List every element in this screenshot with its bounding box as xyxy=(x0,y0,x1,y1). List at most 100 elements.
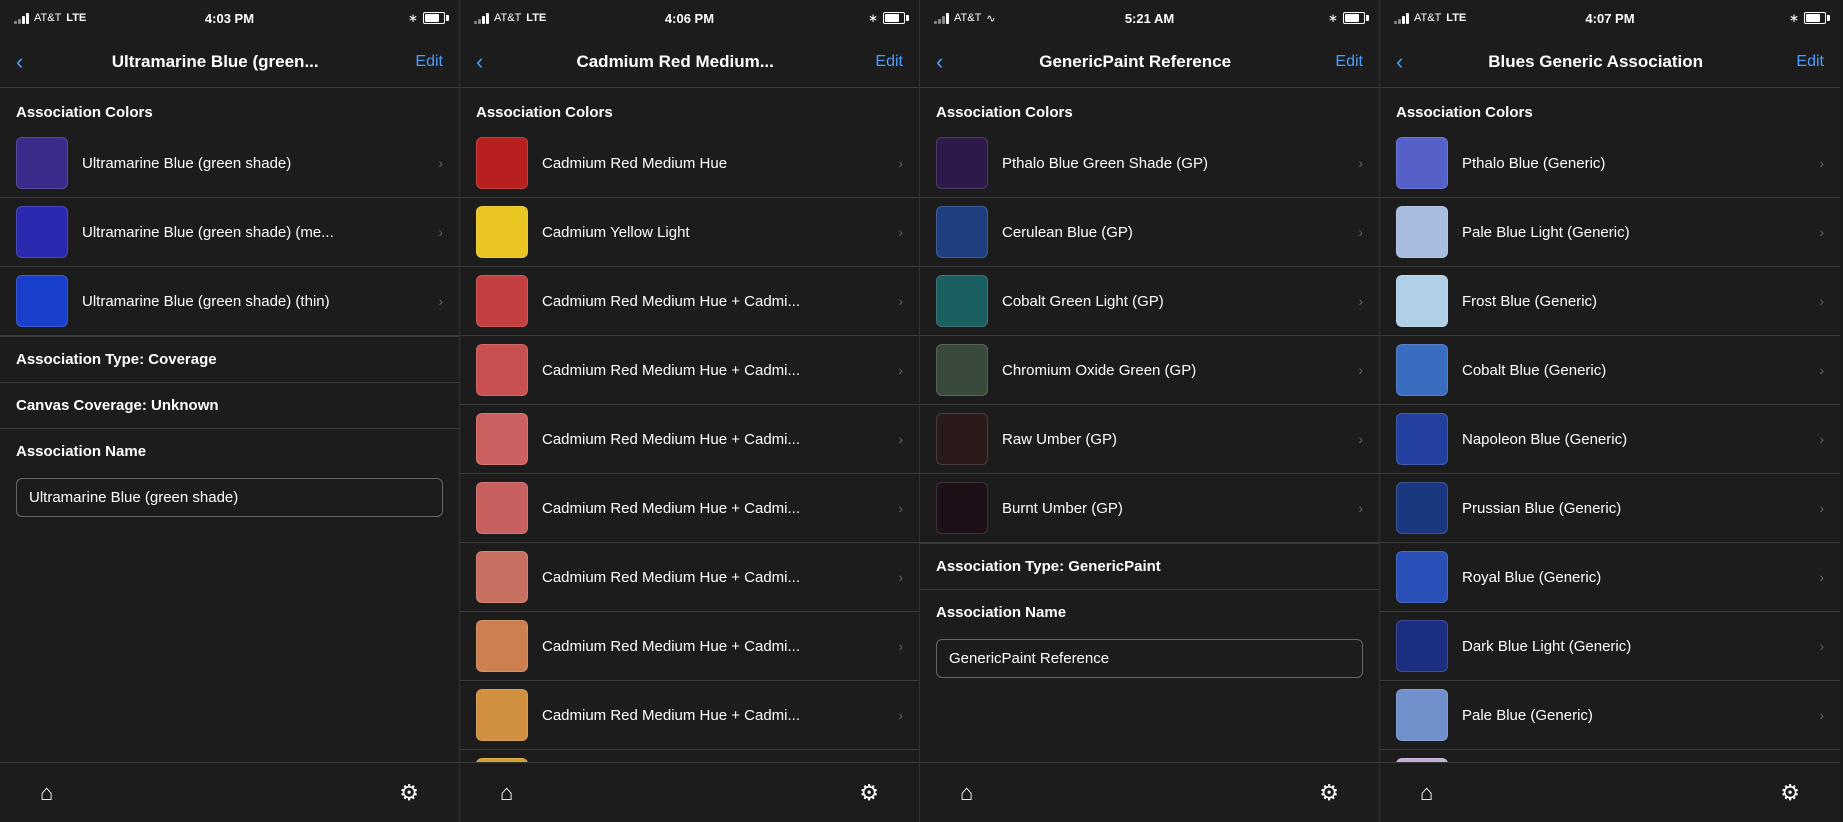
home-icon-3[interactable]: ⌂ xyxy=(960,780,973,806)
color-row-2-2[interactable]: Cadmium Red Medium Hue + Cadmi... › xyxy=(460,267,919,336)
chevron-icon-4-5: › xyxy=(1819,500,1824,516)
signal-bars-2 xyxy=(474,12,489,24)
color-row-3-0[interactable]: Pthalo Blue Green Shade (GP) › xyxy=(920,129,1379,198)
color-row-1-1[interactable]: Ultramarine Blue (green shade) (me... › xyxy=(0,198,459,267)
edit-button-4[interactable]: Edit xyxy=(1788,53,1824,71)
color-row-2-7[interactable]: Cadmium Red Medium Hue + Cadmi... › xyxy=(460,612,919,681)
color-name-3-3: Chromium Oxide Green (GP) xyxy=(1002,362,1352,379)
color-row-1-0[interactable]: Ultramarine Blue (green shade) › xyxy=(0,129,459,198)
color-name-3-0: Pthalo Blue Green Shade (GP) xyxy=(1002,155,1352,172)
color-name-1-1: Ultramarine Blue (green shade) (me... xyxy=(82,224,432,241)
color-row-4-3[interactable]: Cobalt Blue (Generic) › xyxy=(1380,336,1840,405)
color-name-3-4: Raw Umber (GP) xyxy=(1002,431,1352,448)
association-name-label-1: Association Name xyxy=(0,428,459,474)
carrier-1: AT&T xyxy=(34,12,61,24)
bluetooth-icon-1: ∗ xyxy=(408,11,418,25)
chevron-icon-3-4: › xyxy=(1358,431,1363,447)
color-swatch-3-5 xyxy=(936,482,988,534)
back-button-4[interactable]: ‹ xyxy=(1396,51,1403,73)
time-1: 4:03 PM xyxy=(205,11,254,26)
back-button-3[interactable]: ‹ xyxy=(936,51,943,73)
color-name-4-4: Napoleon Blue (Generic) xyxy=(1462,431,1813,448)
canvas-coverage-1: Canvas Coverage: Unknown xyxy=(0,382,459,428)
section-header-2: Association Colors xyxy=(460,88,919,129)
chevron-icon-2-0: › xyxy=(898,155,903,171)
chevron-icon-2-5: › xyxy=(898,500,903,516)
chevron-icon-3-1: › xyxy=(1358,224,1363,240)
section-header-1: Association Colors xyxy=(0,88,459,129)
color-name-1-2: Ultramarine Blue (green shade) (thin) xyxy=(82,293,432,310)
color-swatch-4-1 xyxy=(1396,206,1448,258)
chevron-icon-2-8: › xyxy=(898,707,903,723)
color-name-2-2: Cadmium Red Medium Hue + Cadmi... xyxy=(542,293,892,310)
chevron-icon-4-1: › xyxy=(1819,224,1824,240)
signal-bars-4 xyxy=(1394,12,1409,24)
signal-bars-1 xyxy=(14,12,29,24)
edit-button-2[interactable]: Edit xyxy=(867,53,903,71)
settings-icon-3[interactable]: ⚙ xyxy=(1319,780,1339,806)
settings-icon-2[interactable]: ⚙ xyxy=(859,780,879,806)
color-swatch-2-1 xyxy=(476,206,528,258)
color-row-1-2[interactable]: Ultramarine Blue (green shade) (thin) › xyxy=(0,267,459,336)
color-row-4-5[interactable]: Prussian Blue (Generic) › xyxy=(1380,474,1840,543)
color-row-4-8[interactable]: Pale Blue (Generic) › xyxy=(1380,681,1840,750)
association-name-input-1[interactable] xyxy=(16,478,443,517)
chevron-icon-2-7: › xyxy=(898,638,903,654)
chevron-icon-4-0: › xyxy=(1819,155,1824,171)
bluetooth-icon-4: ∗ xyxy=(1789,11,1799,25)
chevron-icon-2-6: › xyxy=(898,569,903,585)
color-row-4-4[interactable]: Napoleon Blue (Generic) › xyxy=(1380,405,1840,474)
color-name-3-2: Cobalt Green Light (GP) xyxy=(1002,293,1352,310)
association-type-3: Association Type: GenericPaint xyxy=(920,543,1379,589)
settings-icon-4[interactable]: ⚙ xyxy=(1780,780,1800,806)
edit-button-3[interactable]: Edit xyxy=(1327,53,1363,71)
color-row-2-5[interactable]: Cadmium Red Medium Hue + Cadmi... › xyxy=(460,474,919,543)
color-name-4-1: Pale Blue Light (Generic) xyxy=(1462,224,1813,241)
color-swatch-3-2 xyxy=(936,275,988,327)
chevron-icon-4-4: › xyxy=(1819,431,1824,447)
color-row-2-6[interactable]: Cadmium Red Medium Hue + Cadmi... › xyxy=(460,543,919,612)
chevron-icon-2-3: › xyxy=(898,362,903,378)
battery-icon-3 xyxy=(1343,12,1365,24)
battery-icon-1 xyxy=(423,12,445,24)
color-name-2-8: Cadmium Red Medium Hue + Cadmi... xyxy=(542,707,892,724)
color-row-4-9[interactable]: Mauve Shadow (Generic) › xyxy=(1380,750,1840,762)
color-row-4-2[interactable]: Frost Blue (Generic) › xyxy=(1380,267,1840,336)
color-row-4-0[interactable]: Pthalo Blue (Generic) › xyxy=(1380,129,1840,198)
color-row-4-6[interactable]: Royal Blue (Generic) › xyxy=(1380,543,1840,612)
nav-bar-3: ‹ GenericPaint Reference Edit xyxy=(920,36,1379,88)
color-row-3-2[interactable]: Cobalt Green Light (GP) › xyxy=(920,267,1379,336)
color-swatch-4-3 xyxy=(1396,344,1448,396)
edit-button-1[interactable]: Edit xyxy=(407,53,443,71)
color-row-3-3[interactable]: Chromium Oxide Green (GP) › xyxy=(920,336,1379,405)
color-row-2-4[interactable]: Cadmium Red Medium Hue + Cadmi... › xyxy=(460,405,919,474)
color-name-2-4: Cadmium Red Medium Hue + Cadmi... xyxy=(542,431,892,448)
settings-icon-1[interactable]: ⚙ xyxy=(399,780,419,806)
color-row-2-1[interactable]: Cadmium Yellow Light › xyxy=(460,198,919,267)
color-row-3-4[interactable]: Raw Umber (GP) › xyxy=(920,405,1379,474)
color-swatch-4-2 xyxy=(1396,275,1448,327)
bluetooth-icon-2: ∗ xyxy=(868,11,878,25)
chevron-icon-4-6: › xyxy=(1819,569,1824,585)
color-row-3-1[interactable]: Cerulean Blue (GP) › xyxy=(920,198,1379,267)
color-row-2-3[interactable]: Cadmium Red Medium Hue + Cadmi... › xyxy=(460,336,919,405)
color-row-4-7[interactable]: Dark Blue Light (Generic) › xyxy=(1380,612,1840,681)
color-row-3-5[interactable]: Burnt Umber (GP) › xyxy=(920,474,1379,543)
association-name-input-3[interactable] xyxy=(936,639,1363,678)
back-button-2[interactable]: ‹ xyxy=(476,51,483,73)
color-row-2-8[interactable]: Cadmium Red Medium Hue + Cadmi... › xyxy=(460,681,919,750)
home-icon-1[interactable]: ⌂ xyxy=(40,780,53,806)
back-button-1[interactable]: ‹ xyxy=(16,51,23,73)
chevron-icon-1-0: › xyxy=(438,155,443,171)
color-swatch-2-0 xyxy=(476,137,528,189)
home-icon-2[interactable]: ⌂ xyxy=(500,780,513,806)
color-row-2-9[interactable]: Cadmium Red Medium Hue + Cadmi... › xyxy=(460,750,919,762)
chevron-icon-4-7: › xyxy=(1819,638,1824,654)
home-icon-4[interactable]: ⌂ xyxy=(1420,780,1433,806)
color-swatch-1-2 xyxy=(16,275,68,327)
color-swatch-3-3 xyxy=(936,344,988,396)
nav-bar-4: ‹ Blues Generic Association Edit xyxy=(1380,36,1840,88)
chevron-icon-1-1: › xyxy=(438,224,443,240)
color-row-2-0[interactable]: Cadmium Red Medium Hue › xyxy=(460,129,919,198)
color-row-4-1[interactable]: Pale Blue Light (Generic) › xyxy=(1380,198,1840,267)
